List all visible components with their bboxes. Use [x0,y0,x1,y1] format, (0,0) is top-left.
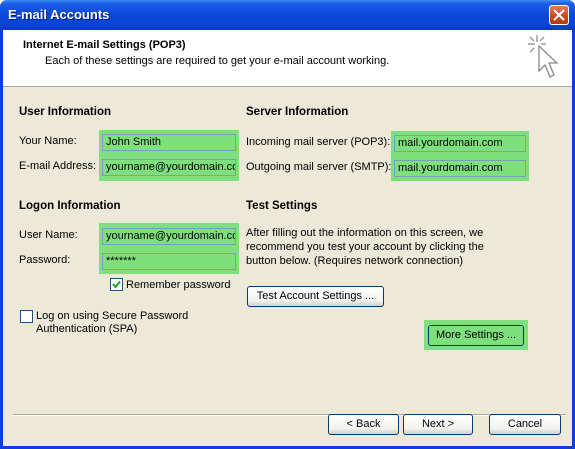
password-label: Password: [19,254,71,266]
dialog-body: Internet E-mail Settings (POP3) Each of … [3,30,572,446]
remember-password-label[interactable]: Remember password [126,279,231,291]
spa-checkbox[interactable] [20,310,33,323]
password-input[interactable]: ******* [102,253,236,270]
outgoing-server-label: Outgoing mail server (SMTP): [246,161,392,173]
spa-label[interactable]: Log on using Secure Password Authenticat… [36,310,188,336]
test-settings-heading: Test Settings [246,200,318,212]
email-accounts-window: E-mail Accounts Internet E-mail Settings… [0,0,575,449]
your-name-label: Your Name: [19,135,77,147]
more-settings-button[interactable]: More Settings ... [428,325,524,346]
outgoing-server-input[interactable]: mail.yourdomain.com [394,160,526,177]
test-description-line-2: recommend you test your account by click… [246,241,484,253]
close-button[interactable] [549,5,569,25]
logon-information-heading: Logon Information [19,200,121,212]
remember-password-checkbox[interactable] [110,278,123,291]
test-account-settings-button[interactable]: Test Account Settings ... [247,286,384,307]
user-information-heading: User Information [19,106,112,118]
cancel-button[interactable]: Cancel [489,414,561,435]
email-address-input[interactable]: yourname@yourdomain.com [102,159,236,176]
close-icon [553,9,565,21]
incoming-server-label: Incoming mail server (POP3): [246,136,391,148]
server-information-heading: Server Information [246,106,349,118]
user-name-input[interactable]: yourname@yourdomain.com [102,228,236,245]
window-title: E-mail Accounts [8,7,110,22]
page-subtitle: Each of these settings are required to g… [45,55,390,67]
test-description-line-3: button below. (Requires network connecti… [246,255,464,267]
footer-divider [13,414,566,416]
your-name-input[interactable]: John Smith [102,134,236,151]
email-address-label: E-mail Address: [19,160,97,172]
your-name-label-text: Your Name: [19,135,77,147]
title-bar[interactable]: E-mail Accounts [0,0,575,30]
wizard-header: Internet E-mail Settings (POP3) Each of … [3,30,572,87]
checkmark-icon [112,280,121,289]
spa-label-line-1: Log on using Secure Password [36,310,189,322]
spa-label-line-2: Authentication (SPA) [36,323,138,335]
test-settings-description: After filling out the information on thi… [246,226,486,268]
incoming-server-input[interactable]: mail.yourdomain.com [394,135,526,152]
next-button[interactable]: Next > [403,414,473,435]
test-description-line-1: After filling out the information on thi… [246,227,484,239]
wizard-cursor-icon [528,35,559,78]
user-name-label: User Name: [19,229,78,241]
back-button[interactable]: < Back [328,414,399,435]
page-title: Internet E-mail Settings (POP3) [23,39,186,51]
